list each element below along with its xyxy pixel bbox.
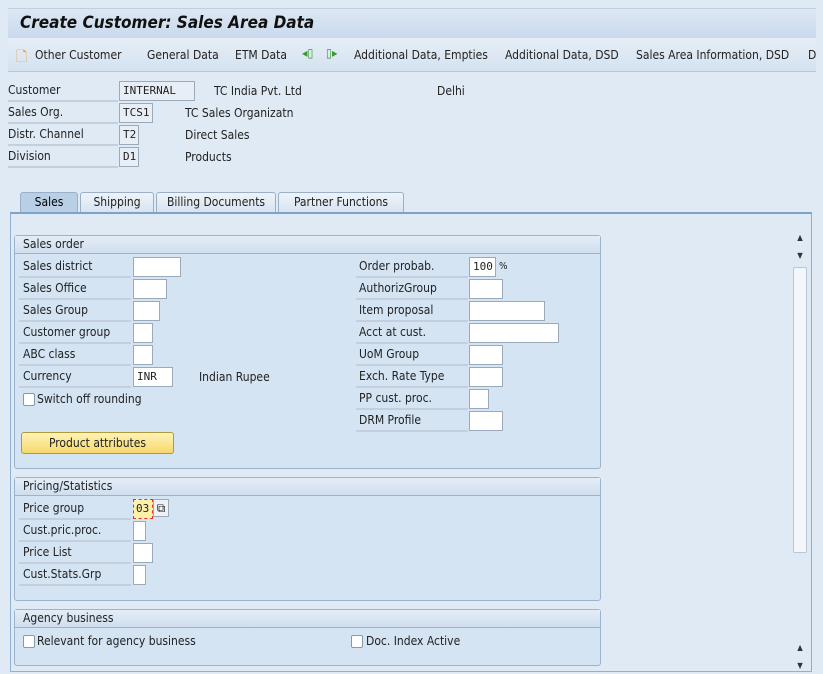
pp-cust-proc-field[interactable] bbox=[469, 389, 489, 409]
customer-name: TC India Pvt. Ltd bbox=[214, 84, 302, 98]
percent-unit: % bbox=[499, 261, 508, 272]
customer-label: Customer bbox=[8, 80, 118, 102]
switch-off-rounding-label: Switch off rounding bbox=[37, 392, 142, 406]
general-data-button[interactable]: General Data bbox=[147, 48, 219, 62]
additional-data-dsd-button[interactable]: Additional Data, DSD bbox=[505, 48, 619, 62]
sales-office-field[interactable] bbox=[133, 279, 167, 299]
toolbar-overflow-button[interactable]: D bbox=[808, 48, 816, 62]
sales-district-field[interactable] bbox=[133, 257, 181, 277]
sales-org-desc: TC Sales Organizatn bbox=[185, 106, 294, 120]
division-field[interactable]: D1 bbox=[119, 147, 139, 167]
sales-org-label: Sales Org. bbox=[8, 102, 118, 124]
currency-label: Currency bbox=[19, 366, 131, 388]
sales-office-label: Sales Office bbox=[19, 278, 131, 300]
distr-channel-desc: Direct Sales bbox=[185, 128, 250, 142]
value-help-icon[interactable]: ⧉ bbox=[153, 499, 169, 517]
cust-stats-grp-field[interactable] bbox=[133, 565, 146, 585]
item-proposal-label: Item proposal bbox=[356, 300, 468, 322]
customer-city: Delhi bbox=[437, 84, 465, 98]
additional-data-empties-button[interactable]: Additional Data, Empties bbox=[354, 48, 488, 62]
pricing-statistics-title: Pricing/Statistics bbox=[15, 478, 600, 496]
currency-field[interactable]: INR bbox=[133, 367, 173, 387]
doc-index-active-checkbox[interactable] bbox=[351, 635, 363, 648]
cust-pric-proc-label: Cust.pric.proc. bbox=[19, 520, 131, 542]
order-probab-field[interactable]: 100 bbox=[469, 257, 496, 277]
sales-area-info-dsd-button[interactable]: Sales Area Information, DSD bbox=[636, 48, 789, 62]
distr-channel-field[interactable]: T2 bbox=[119, 125, 139, 145]
application-toolbar: 🗋 Other Customer General Data ETM Data ◂… bbox=[8, 38, 816, 72]
drm-profile-field[interactable] bbox=[469, 411, 503, 431]
sales-order-title: Sales order bbox=[15, 236, 600, 254]
order-probab-label: Order probab. bbox=[356, 256, 468, 278]
switch-off-rounding-checkbox[interactable] bbox=[23, 393, 35, 406]
relevant-agency-checkbox[interactable] bbox=[23, 635, 35, 648]
tab-shipping[interactable]: Shipping bbox=[80, 192, 154, 212]
doc-index-active-label: Doc. Index Active bbox=[366, 634, 461, 648]
tab-sales[interactable]: Sales bbox=[20, 192, 78, 212]
abc-class-label: ABC class bbox=[19, 344, 131, 366]
cust-pric-proc-field[interactable] bbox=[133, 521, 146, 541]
vertical-scrollbar[interactable]: ▲ ▼ ▲ ▼ bbox=[791, 230, 809, 672]
authorizgroup-label: AuthorizGroup bbox=[356, 278, 468, 300]
exch-rate-type-label: Exch. Rate Type bbox=[356, 366, 468, 388]
authorizgroup-field[interactable] bbox=[469, 279, 503, 299]
etm-data-button[interactable]: ETM Data bbox=[235, 48, 287, 62]
acct-at-cust-label: Acct at cust. bbox=[356, 322, 468, 344]
customer-group-field[interactable] bbox=[133, 323, 153, 343]
sales-org-field[interactable]: TCS1 bbox=[119, 103, 153, 123]
sales-district-label: Sales district bbox=[19, 256, 131, 278]
division-label: Division bbox=[8, 146, 118, 168]
relevant-agency-label: Relevant for agency business bbox=[37, 634, 196, 648]
scroll-thumb[interactable] bbox=[793, 267, 807, 553]
customer-field[interactable]: INTERNAL bbox=[119, 81, 195, 101]
customer-group-label: Customer group bbox=[19, 322, 131, 344]
tab-billing-documents[interactable]: Billing Documents bbox=[156, 192, 276, 212]
new-document-icon[interactable]: 🗋 bbox=[16, 46, 27, 70]
price-group-field[interactable]: 03 bbox=[133, 499, 153, 519]
price-group-label: Price group bbox=[19, 498, 131, 520]
sales-group-field[interactable] bbox=[133, 301, 160, 321]
page-title: Create Customer: Sales Area Data bbox=[20, 13, 315, 33]
cust-stats-grp-label: Cust.Stats.Grp bbox=[19, 564, 131, 586]
abc-class-field[interactable] bbox=[133, 345, 153, 365]
uom-group-field[interactable] bbox=[469, 345, 503, 365]
agency-business-title: Agency business bbox=[15, 610, 600, 628]
other-customer-button[interactable]: Other Customer bbox=[35, 48, 122, 62]
previous-page-icon[interactable]: ◂▯ bbox=[302, 46, 313, 60]
scroll-up-bottom-icon[interactable]: ▲ bbox=[791, 640, 809, 656]
sales-group-label: Sales Group bbox=[19, 300, 131, 322]
tab-partner-functions[interactable]: Partner Functions bbox=[278, 192, 404, 212]
exch-rate-type-field[interactable] bbox=[469, 367, 503, 387]
distr-channel-label: Distr. Channel bbox=[8, 124, 118, 146]
product-attributes-button[interactable]: Product attributes bbox=[21, 432, 174, 454]
title-bar: Create Customer: Sales Area Data bbox=[8, 8, 816, 38]
price-list-field[interactable] bbox=[133, 543, 153, 563]
price-list-label: Price List bbox=[19, 542, 131, 564]
pp-cust-proc-label: PP cust. proc. bbox=[356, 388, 468, 410]
scroll-up-icon[interactable]: ▲ bbox=[791, 230, 809, 246]
currency-desc: Indian Rupee bbox=[199, 370, 270, 384]
uom-group-label: UoM Group bbox=[356, 344, 468, 366]
drm-profile-label: DRM Profile bbox=[356, 410, 468, 432]
scroll-down-icon[interactable]: ▼ bbox=[791, 248, 809, 264]
acct-at-cust-field[interactable] bbox=[469, 323, 559, 343]
division-desc: Products bbox=[185, 150, 232, 164]
next-page-icon[interactable]: ▯▸ bbox=[326, 46, 337, 60]
item-proposal-field[interactable] bbox=[469, 301, 545, 321]
